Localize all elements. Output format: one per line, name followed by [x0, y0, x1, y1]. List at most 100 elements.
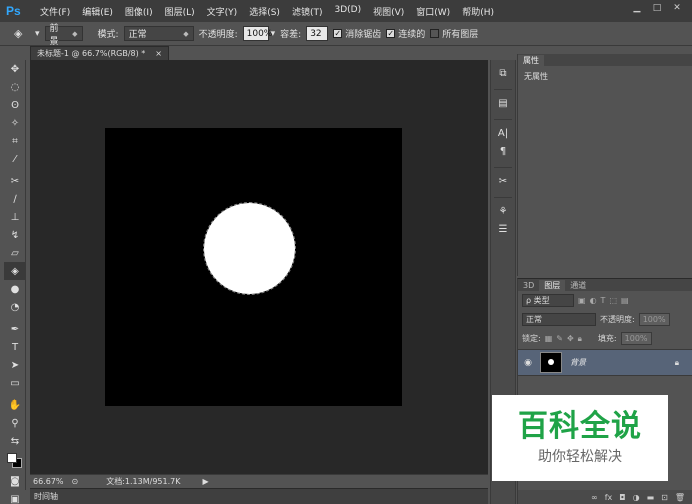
- status-info-icon[interactable]: ⊙: [72, 477, 79, 486]
- menu-3d[interactable]: 3D(D): [328, 5, 367, 18]
- link-layers-icon[interactable]: ∞: [591, 493, 598, 502]
- character-panel-icon[interactable]: A|: [491, 124, 515, 142]
- document-tab-title: 未标题-1 @ 66.7%(RGB/8) *: [37, 49, 146, 58]
- close-tab-icon[interactable]: ×: [155, 49, 162, 58]
- fill-source-select[interactable]: 前景 ◆: [44, 24, 83, 47]
- layer-kind-filter[interactable]: ρ 类型: [522, 294, 574, 307]
- menu-file[interactable]: 文件(F): [34, 5, 76, 18]
- layer-opacity-input[interactable]: 100%: [638, 313, 670, 326]
- brush-presets-icon[interactable]: ⚘: [491, 202, 515, 220]
- menu-select[interactable]: 选择(S): [243, 5, 286, 18]
- filter-shape-icon[interactable]: ⬚: [609, 296, 617, 305]
- menu-window[interactable]: 窗口(W): [410, 5, 456, 18]
- pen-tool-icon[interactable]: ✒: [4, 320, 26, 338]
- hand-tool-icon[interactable]: ✋: [4, 396, 26, 414]
- paint-bucket-tool-icon[interactable]: ◈: [4, 262, 26, 280]
- menu-type[interactable]: 文字(Y): [201, 5, 244, 18]
- document-tab[interactable]: 未标题-1 @ 66.7%(RGB/8) * ×: [30, 46, 169, 60]
- paint-bucket-tool-icon[interactable]: ◈: [14, 26, 30, 42]
- history-brush-tool-icon[interactable]: ↯: [4, 226, 26, 244]
- adjustments-icon[interactable]: ☰: [491, 220, 515, 238]
- tab-3d[interactable]: 3D: [518, 280, 539, 291]
- opacity-dropdown-icon[interactable]: ▾: [271, 29, 276, 39]
- new-group-icon[interactable]: ▬: [647, 493, 655, 502]
- menu-items: 文件(F) 编辑(E) 图像(I) 图层(L) 文字(Y) 选择(S) 滤镜(T…: [34, 5, 500, 18]
- lock-all-icon[interactable]: 🔒︎: [578, 334, 582, 344]
- layer-style-icon[interactable]: fx: [605, 493, 613, 502]
- magic-wand-tool-icon[interactable]: ✧: [4, 114, 26, 132]
- quick-mask-icon[interactable]: ◙: [4, 472, 26, 490]
- all-layers-label: 所有图层: [442, 30, 479, 40]
- opacity-input[interactable]: 100%: [242, 26, 272, 41]
- layer-kind-value: ρ 类型: [526, 296, 550, 305]
- clone-stamp-tool-icon[interactable]: ⊥: [4, 208, 26, 226]
- tool-presets-icon[interactable]: ✂: [491, 172, 515, 190]
- filter-pixel-icon[interactable]: ▣: [578, 296, 586, 305]
- fill-input[interactable]: 100%: [620, 332, 652, 345]
- default-colors-icon[interactable]: ⇆: [4, 432, 26, 450]
- properties-panel: 属性 无属性: [517, 54, 692, 276]
- filter-adjustment-icon[interactable]: ◐: [590, 296, 597, 305]
- zoom-level[interactable]: 66.67%: [33, 477, 64, 486]
- path-selection-tool-icon[interactable]: ➤: [4, 356, 26, 374]
- canvas-workspace[interactable]: [30, 60, 488, 474]
- brush-tool-icon[interactable]: ∕: [4, 190, 26, 208]
- antialias-option[interactable]: ✓ 消除锯齿: [333, 27, 381, 40]
- healing-brush-tool-icon[interactable]: ✂: [4, 172, 26, 190]
- filter-smart-icon[interactable]: ▤: [621, 296, 629, 305]
- menu-layer[interactable]: 图层(L): [159, 5, 201, 18]
- eraser-tool-icon[interactable]: ▱: [4, 244, 26, 262]
- add-mask-icon[interactable]: ◘: [619, 493, 625, 502]
- all-layers-option[interactable]: 所有图层: [430, 27, 478, 40]
- tab-layers[interactable]: 图层: [539, 280, 566, 291]
- dodge-tool-icon[interactable]: ◔: [4, 298, 26, 316]
- color-swatches-icon[interactable]: [4, 450, 26, 472]
- options-bar: ◈ ▾ 前景 ◆ 模式: 正常 ◆ 不透明度: 100% ▾ 容差: 32 ✓ 消除…: [0, 22, 692, 47]
- filter-type-icon[interactable]: T: [601, 296, 606, 305]
- tab-channels[interactable]: 通道: [565, 280, 591, 291]
- close-icon[interactable]: ✕: [668, 1, 686, 15]
- crop-tool-icon[interactable]: ⌗: [4, 132, 26, 150]
- layer-lock-icon[interactable]: 🔒︎: [675, 358, 679, 368]
- lock-position-icon[interactable]: ✥: [567, 334, 574, 343]
- menu-filter[interactable]: 滤镜(T): [286, 5, 329, 18]
- zoom-tool-icon[interactable]: ⚲: [4, 414, 26, 432]
- history-panel-icon[interactable]: ⧉: [491, 64, 515, 82]
- shape-tool-icon[interactable]: ▭: [4, 374, 26, 392]
- blur-tool-icon[interactable]: ●: [4, 280, 26, 298]
- marquee-tool-icon[interactable]: ◌: [4, 78, 26, 96]
- timeline-panel-tab[interactable]: 时间轴: [30, 488, 488, 504]
- tolerance-input[interactable]: 32: [306, 26, 329, 41]
- menu-edit[interactable]: 编辑(E): [76, 5, 119, 18]
- lock-transparent-icon[interactable]: ▦: [545, 334, 553, 343]
- mode-value: 正常: [128, 30, 147, 40]
- screen-mode-icon[interactable]: ▣: [4, 490, 26, 504]
- lock-image-icon[interactable]: ✎: [556, 334, 563, 343]
- status-menu-arrow-icon[interactable]: ▶: [202, 477, 208, 486]
- move-tool-icon[interactable]: ✥: [4, 60, 26, 78]
- delete-layer-icon[interactable]: 🗑︎: [675, 493, 685, 502]
- menu-help[interactable]: 帮助(H): [456, 5, 500, 18]
- menu-view[interactable]: 视图(V): [367, 5, 410, 18]
- new-layer-icon[interactable]: ⊡: [661, 493, 668, 502]
- tab-properties[interactable]: 属性: [518, 55, 544, 66]
- restore-icon[interactable]: □: [648, 1, 666, 15]
- mode-select[interactable]: 正常 ◆: [123, 26, 194, 41]
- antialias-checkbox[interactable]: ✓: [333, 29, 343, 38]
- blend-mode-select[interactable]: 正常: [522, 313, 596, 326]
- tool-preset-arrow-icon[interactable]: ▾: [35, 29, 40, 39]
- menu-image[interactable]: 图像(I): [119, 5, 159, 18]
- eyedropper-tool-icon[interactable]: ⁄: [4, 150, 26, 168]
- type-tool-icon[interactable]: T: [4, 338, 26, 356]
- all-layers-checkbox[interactable]: [430, 29, 440, 38]
- minimize-icon[interactable]: ▁: [628, 1, 646, 15]
- contiguous-checkbox[interactable]: ✓: [386, 29, 396, 38]
- lasso-tool-icon[interactable]: ʘ: [4, 96, 26, 114]
- new-adjustment-icon[interactable]: ◑: [633, 493, 640, 502]
- document-canvas[interactable]: [105, 128, 402, 406]
- visibility-eye-icon[interactable]: ◉: [518, 358, 538, 368]
- paragraph-panel-icon[interactable]: ¶: [491, 142, 515, 160]
- contiguous-option[interactable]: ✓ 连续的: [386, 27, 425, 40]
- layer-row-background[interactable]: ◉ 背景 🔒︎: [518, 349, 692, 376]
- actions-panel-icon[interactable]: ▤: [491, 94, 515, 112]
